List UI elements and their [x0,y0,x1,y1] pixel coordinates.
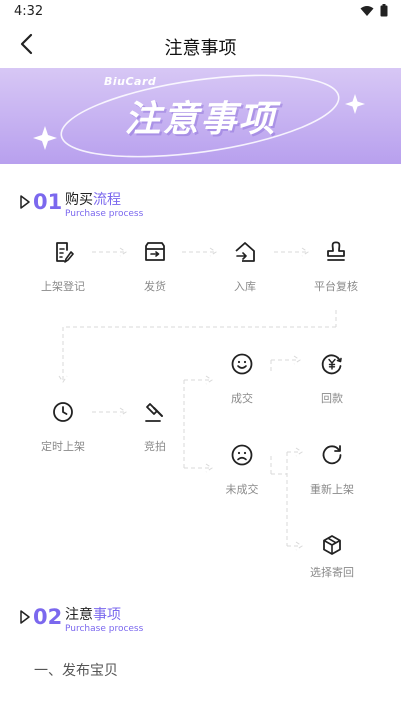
wifi-icon [360,6,374,16]
play-arrow-icon [20,610,30,624]
section-title-highlight: 流程 [93,192,121,208]
page-title: 注意事项 [164,38,237,59]
content-item: 一、发布宝贝 [34,663,118,679]
package-icon [323,535,341,555]
status-time: 4:32 [14,4,44,19]
sad-face-icon [231,444,253,466]
stamp-icon [327,241,345,261]
box-ship-icon [145,242,165,261]
refresh-icon [322,445,342,465]
step-label: 重新上架 [310,483,354,496]
step-label: 平台复核 [314,280,358,293]
section-title-highlight: 事项 [93,607,121,623]
step-label: 上架登记 [41,280,85,293]
step-label: 成交 [231,392,253,405]
step-label: 未成交 [225,483,259,496]
step-label: 入库 [234,280,256,293]
yen-refund-icon [321,354,342,375]
step-label: 发货 [144,280,166,293]
banner-title: 注意事项 [124,99,277,140]
clipboard-edit-icon [56,242,74,263]
gavel-icon [145,403,163,422]
battery-icon [380,4,388,17]
section-title: 购买流程 [65,189,121,209]
section-number: 01 [33,190,63,214]
brand-logo-text: BiuCard [104,75,157,88]
step-label: 回款 [321,392,343,405]
section-title-plain: 购买 [65,192,93,208]
section-subtitle: Purchase process [65,624,144,634]
status-bar: 4:32 [0,0,401,24]
warehouse-in-icon [235,242,255,262]
play-arrow-icon [20,195,30,209]
step-label: 定时上架 [41,440,85,453]
section-number: 02 [33,605,63,629]
section-title: 注意事项 [65,604,121,624]
section-subtitle: Purchase process [65,209,144,219]
smile-icon [231,353,253,375]
step-label: 竞拍 [144,440,166,453]
step-label: 选择寄回 [310,566,354,579]
banner: BiuCard 注意事项 [0,68,401,164]
section-title-plain: 注意 [65,607,93,623]
clock-icon [53,402,73,422]
